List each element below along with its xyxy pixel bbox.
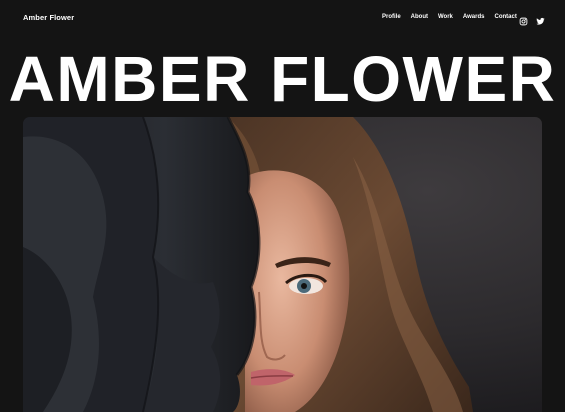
nav-link-awards[interactable]: Awards [463,14,485,20]
nav-link-profile[interactable]: Profile [382,14,401,20]
brand-logo-link[interactable]: Amber Flower [23,13,74,22]
instagram-icon[interactable] [519,13,528,26]
nav-link-about[interactable]: About [411,14,428,20]
nav-link-contact[interactable]: Contact [494,14,516,20]
site-header: Amber Flower Profile About Work Awards C… [0,0,565,38]
main-nav: Profile About Work Awards Contact [382,14,517,20]
twitter-icon[interactable] [536,13,545,25]
hero-title: AMBER FLOWER [8,43,557,115]
hero-portrait-image [23,117,542,412]
social-links [519,13,545,26]
page: Amber Flower Profile About Work Awards C… [0,0,565,412]
nav-link-work[interactable]: Work [438,14,453,20]
